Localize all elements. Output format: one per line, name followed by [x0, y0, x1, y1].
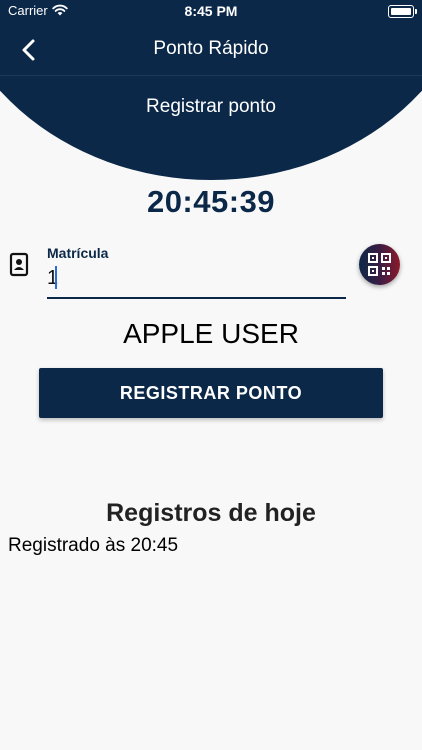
matricula-field[interactable]: Matrícula [47, 244, 346, 299]
page-title: Ponto Rápido [153, 38, 269, 59]
status-bar: Carrier 8:45 PM [0, 0, 422, 22]
header-subtitle: Registrar ponto [146, 96, 276, 117]
matricula-label: Matrícula [47, 245, 109, 261]
user-name: APPLE USER [123, 318, 299, 349]
qr-scan-button[interactable] [359, 244, 400, 285]
qr-code-icon [368, 253, 391, 276]
record-list-item: Registrado às 20:45 [8, 535, 179, 556]
id-badge-icon [9, 252, 29, 277]
records-section-title: Registros de hoje [106, 499, 316, 527]
battery-icon [388, 5, 417, 18]
header: Carrier 8:45 PM Ponto Rápido Registrar p… [0, 0, 422, 180]
matricula-input[interactable] [47, 263, 337, 293]
register-punch-button[interactable]: REGISTRAR PONTO [39, 368, 383, 418]
status-time: 8:45 PM [184, 3, 238, 19]
text-caret [55, 266, 57, 289]
current-time-clock: 20:45:39 [146, 184, 276, 219]
navigation-bar: Ponto Rápido [0, 22, 422, 76]
